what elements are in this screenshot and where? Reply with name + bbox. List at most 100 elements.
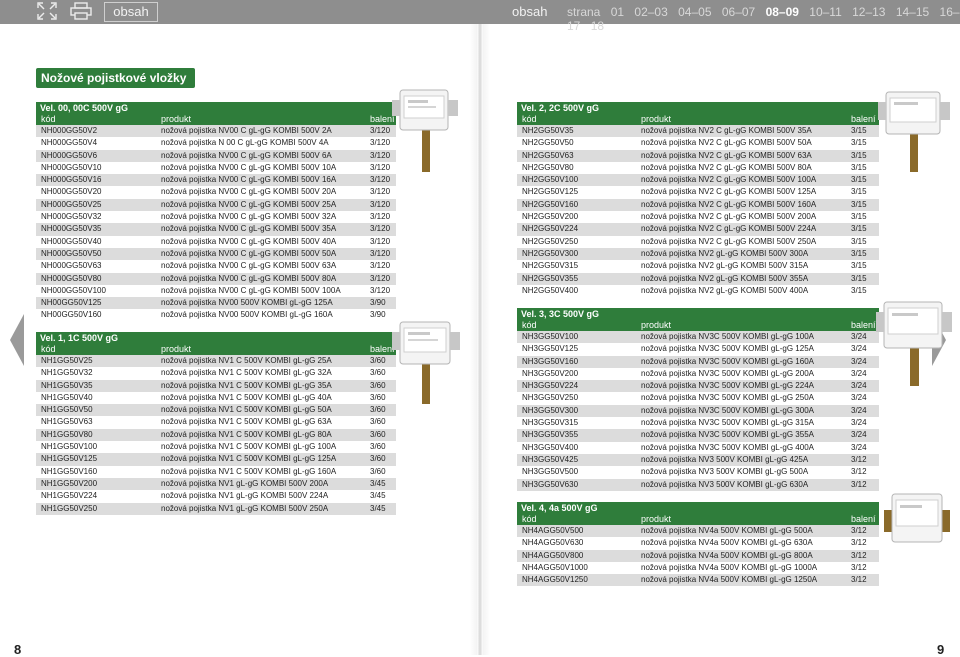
column-header-produkt: produkt [641,320,672,330]
package-quantity: 3/15 [851,187,867,197]
product-code: NH2GG50V250 [522,236,579,246]
fuse-image [392,89,458,172]
product-code: NH2GG50V160 [522,199,579,209]
table-row: NH3GG50V300 nožová pojistka NV3C 500V KOM… [517,404,879,418]
table-row: NH2GG50V100 nožová pojistka NV2 C gL-gG K… [517,174,879,187]
product-description: nožová pojistka NV2 C gL-gG KOMBI 500V 1… [641,175,817,185]
table-row: NH000GG50V4 nožová pojistka N 00 C gL-gG … [36,137,396,149]
table-row: NH2GG50V315 nožová pojistka NV2 gL-gG KOM… [517,260,879,272]
product-code: NH2GG50V80 [522,162,574,172]
product-description: nožová pojistka NV2 C gL-gG KOMBI 500V 5… [641,138,812,148]
table-row: NH000GG50V35 nožová pojistka NV00 C gL-gG… [36,223,396,236]
page-link[interactable]: 12–13 [852,5,885,19]
product-description: nožová pojistka NV00 C gL-gG KOMBI 500V … [161,248,337,258]
prev-page-arrow-icon[interactable] [10,314,24,366]
table-row: NH3GG50V224 nožová pojistka NV3C 500V KOM… [517,380,879,393]
table-row: NH000GG50V100 nožová pojistka NV00 C gL-g… [36,285,396,297]
column-header-kod: kód [41,344,56,354]
product-description: nožová pojistka NV1 C 500V KOMBI gL-gG 5… [161,405,332,415]
product-code: NH4AGG50V500 [522,526,584,535]
column-header-kod: kód [522,114,537,124]
product-code: NH000GG50V4 [41,138,98,148]
page-link[interactable]: 14–15 [896,5,929,19]
page-link[interactable]: 10–11 [809,5,841,19]
table-row: NH00GG50V125 nožová pojistka NV00 500V KO… [36,297,396,310]
page-link[interactable]: 02–03 [634,5,667,19]
table-column-header: kód produkt balení [36,114,396,125]
product-code: NH2GG50V35 [522,126,574,135]
package-quantity: 3/120 [370,224,391,234]
product-code: NH1GG50V40 [41,392,93,402]
product-description: nožová pojistka NV2 C gL-gG KOMBI 500V 1… [641,199,817,209]
table-row: NH00GG50V160 nožová pojistka NV00 500V KO… [36,309,396,321]
product-description: nožová pojistka NV4a 500V KOMBI gL-gG 80… [641,550,813,560]
product-code: NH4AGG50V800 [522,550,584,560]
table-row: NH2GG50V300 nožová pojistka NV2 gL-gG KOM… [517,247,879,261]
package-quantity: 3/24 [851,332,867,341]
fullscreen-icon[interactable] [34,1,60,21]
table-row: NH000GG50V63 nožová pojistka NV00 C gL-gG… [36,260,396,272]
page-link[interactable]: 06–07 [722,5,755,19]
product-description: nožová pojistka NV3C 500V KOMBI gL-gG 20… [641,368,814,378]
product-code: NH3GG50V100 [522,332,579,341]
package-quantity: 3/45 [370,478,386,488]
table-row: NH1GG50V80 nožová pojistka NV1 C 500V KOM… [36,428,396,442]
obsah-link[interactable]: obsah [512,4,547,19]
page-link[interactable]: 18 [591,19,604,33]
table-row: NH3GG50V400 nožová pojistka NV3C 500V KOM… [517,442,879,454]
table-column-header: kód produkt balení [517,320,879,331]
page-link-current[interactable]: 08–09 [766,5,799,19]
product-description: nožová pojistka NV3C 500V KOMBI gL-gG 31… [641,418,814,428]
page-title: Nožové pojistkové vložky gG [36,68,195,105]
fuse-image [392,321,460,404]
product-code: NH2GG50V400 [522,285,579,295]
product-description: nožová pojistka NV1 C 500V KOMBI gL-gG 1… [161,466,337,476]
table-row: NH4AGG50V630 nožová pojistka NV4a 500V KO… [517,537,879,549]
product-description: nožová pojistka NV1 gL-gG KOMBI 500V 200… [161,478,329,488]
product-description: nožová pojistka NV3 500V KOMBI gL-gG 630… [641,479,809,489]
table-row: NH2GG50V125 nožová pojistka NV2 C gL-gG K… [517,186,879,198]
product-code: NH3GG50V500 [522,467,579,477]
product-description: nožová pojistka NV00 500V KOMBI gL-gG 12… [161,298,333,308]
page-link[interactable]: 04–05 [678,5,711,19]
page-link[interactable]: 01 [611,5,624,19]
product-code: NH1GG50V250 [41,503,98,513]
table-row: NH2GG50V355 nožová pojistka NV2 gL-gG KOM… [517,272,879,285]
product-code: NH1GG50V125 [41,454,98,464]
product-table-vel-00: Vel. 00, 00C 500V gG kód produkt balení NH00… [36,102,396,322]
product-description: nožová pojistka NV3C 500V KOMBI gL-gG 22… [641,381,814,391]
product-description: nožová pojistka NV00 C gL-gG KOMBI 500V … [161,236,337,246]
product-description: nožová pojistka NV2 gL-gG KOMBI 500V 355… [641,273,809,283]
package-quantity: 3/24 [851,356,867,366]
product-description: nožová pojistka NV1 C 500V KOMBI gL-gG 8… [161,429,332,439]
product-description: nožová pojistka NV4a 500V KOMBI gL-gG 50… [641,526,813,535]
product-description: nožová pojistka NV2 gL-gG KOMBI 500V 400… [641,285,809,295]
product-code: NH00GG50V125 [41,298,102,308]
package-quantity: 3/120 [370,236,391,246]
product-description: nožová pojistka NV00 C gL-gG KOMBI 500V … [161,175,337,185]
product-description: nožová pojistka N 00 C gL-gG KOMBI 500V … [161,138,329,148]
table-section-title: Vel. 00, 00C 500V gG [36,102,396,114]
page-navigation: strana 01 02–03 04–05 06–07 08–09 10–11 … [567,5,960,33]
table-row: NH1GG50V250 nožová pojistka NV1 gL-gG KOM… [36,502,396,515]
product-code: NH1GG50V200 [41,478,98,488]
strana-label: strana [567,5,601,19]
table-row: NH1GG50V25 nožová pojistka NV1 C 500V KOM… [36,355,396,368]
column-header-kod: kód [522,320,537,330]
table-row: NH3GG50V355 nožová pojistka NV3C 500V KOM… [517,429,879,442]
package-quantity: 3/15 [851,150,867,160]
fuse-image [878,91,950,172]
table-row: NH000GG50V80 nožová pojistka NV00 C gL-gG… [36,272,396,285]
package-quantity: 3/120 [370,248,391,258]
product-description: nožová pojistka NV00 C gL-gG KOMBI 500V … [161,126,332,135]
package-quantity: 3/12 [851,454,867,464]
obsah-button[interactable]: obsah [104,2,158,22]
package-quantity: 3/12 [851,479,867,489]
product-description: nožová pojistka NV00 C gL-gG KOMBI 500V … [161,199,337,209]
table-row: NH000GG50V20 nožová pojistka NV00 C gL-gG… [36,186,396,198]
table-row: NH2GG50V250 nožová pojistka NV2 C gL-gG K… [517,236,879,248]
product-description: nožová pojistka NV1 C 500V KOMBI gL-gG 1… [161,454,337,464]
product-description: nožová pojistka NV3C 500V KOMBI gL-gG 16… [641,356,814,366]
fuse-image [884,493,950,543]
print-icon[interactable] [68,1,94,21]
